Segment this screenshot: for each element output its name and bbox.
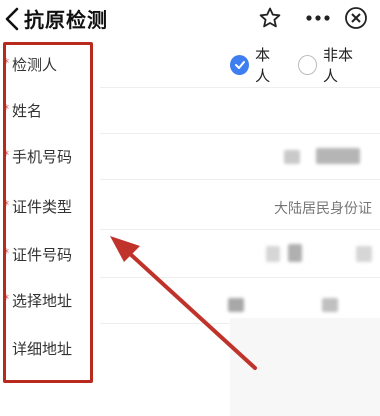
back-icon[interactable]	[2, 6, 22, 32]
field-label-detail-address: 详细地址	[12, 340, 73, 358]
blurred-value	[316, 148, 360, 164]
blurred-value	[266, 246, 280, 262]
required-mark: *	[3, 148, 9, 162]
star-icon[interactable]	[258, 6, 282, 30]
radio-not-self[interactable]: 非本人	[297, 44, 366, 86]
required-mark: *	[3, 102, 9, 116]
form-row-id-type[interactable]: * 证件类型 大陆居民身份证	[0, 184, 380, 230]
tester-radio-group: 本人 非本人	[230, 46, 380, 85]
page-title: 抗原检测	[24, 8, 108, 32]
blurred-value	[356, 246, 372, 262]
blurred-value	[288, 244, 302, 262]
field-label-address: 选择地址	[12, 292, 73, 310]
close-icon[interactable]	[344, 6, 368, 30]
required-mark: *	[3, 198, 9, 212]
blurred-value	[284, 150, 300, 164]
form-row-tester: * 检测人 本人 非本人	[0, 42, 380, 88]
form-row-phone[interactable]: * 手机号码	[0, 134, 380, 180]
form-row-name[interactable]: * 姓名	[0, 88, 380, 134]
divider	[100, 179, 380, 180]
top-bar: 抗原检测	[0, 0, 380, 38]
more-icon[interactable]	[304, 8, 332, 28]
blurred-value	[322, 298, 338, 312]
field-label-id-type: 证件类型	[12, 198, 73, 216]
radio-not-self-label: 非本人	[323, 46, 354, 85]
required-mark: *	[3, 292, 9, 306]
blurred-value	[228, 298, 244, 312]
field-label-tester: 检测人	[12, 56, 58, 74]
field-label-phone: 手机号码	[12, 148, 73, 166]
required-mark: *	[3, 56, 9, 70]
radio-circle-icon	[297, 55, 317, 75]
checkmark-icon	[230, 55, 250, 75]
required-mark: *	[3, 246, 9, 260]
field-label-id-number: 证件号码	[12, 246, 73, 264]
radio-self-label: 本人	[255, 46, 271, 85]
input-area-background	[230, 318, 380, 416]
field-label-name: 姓名	[12, 102, 43, 120]
id-type-value: 大陆居民身份证	[274, 201, 372, 217]
divider	[100, 229, 380, 230]
radio-self[interactable]: 本人	[230, 44, 284, 86]
form-row-id-number[interactable]: * 证件号码	[0, 232, 380, 278]
